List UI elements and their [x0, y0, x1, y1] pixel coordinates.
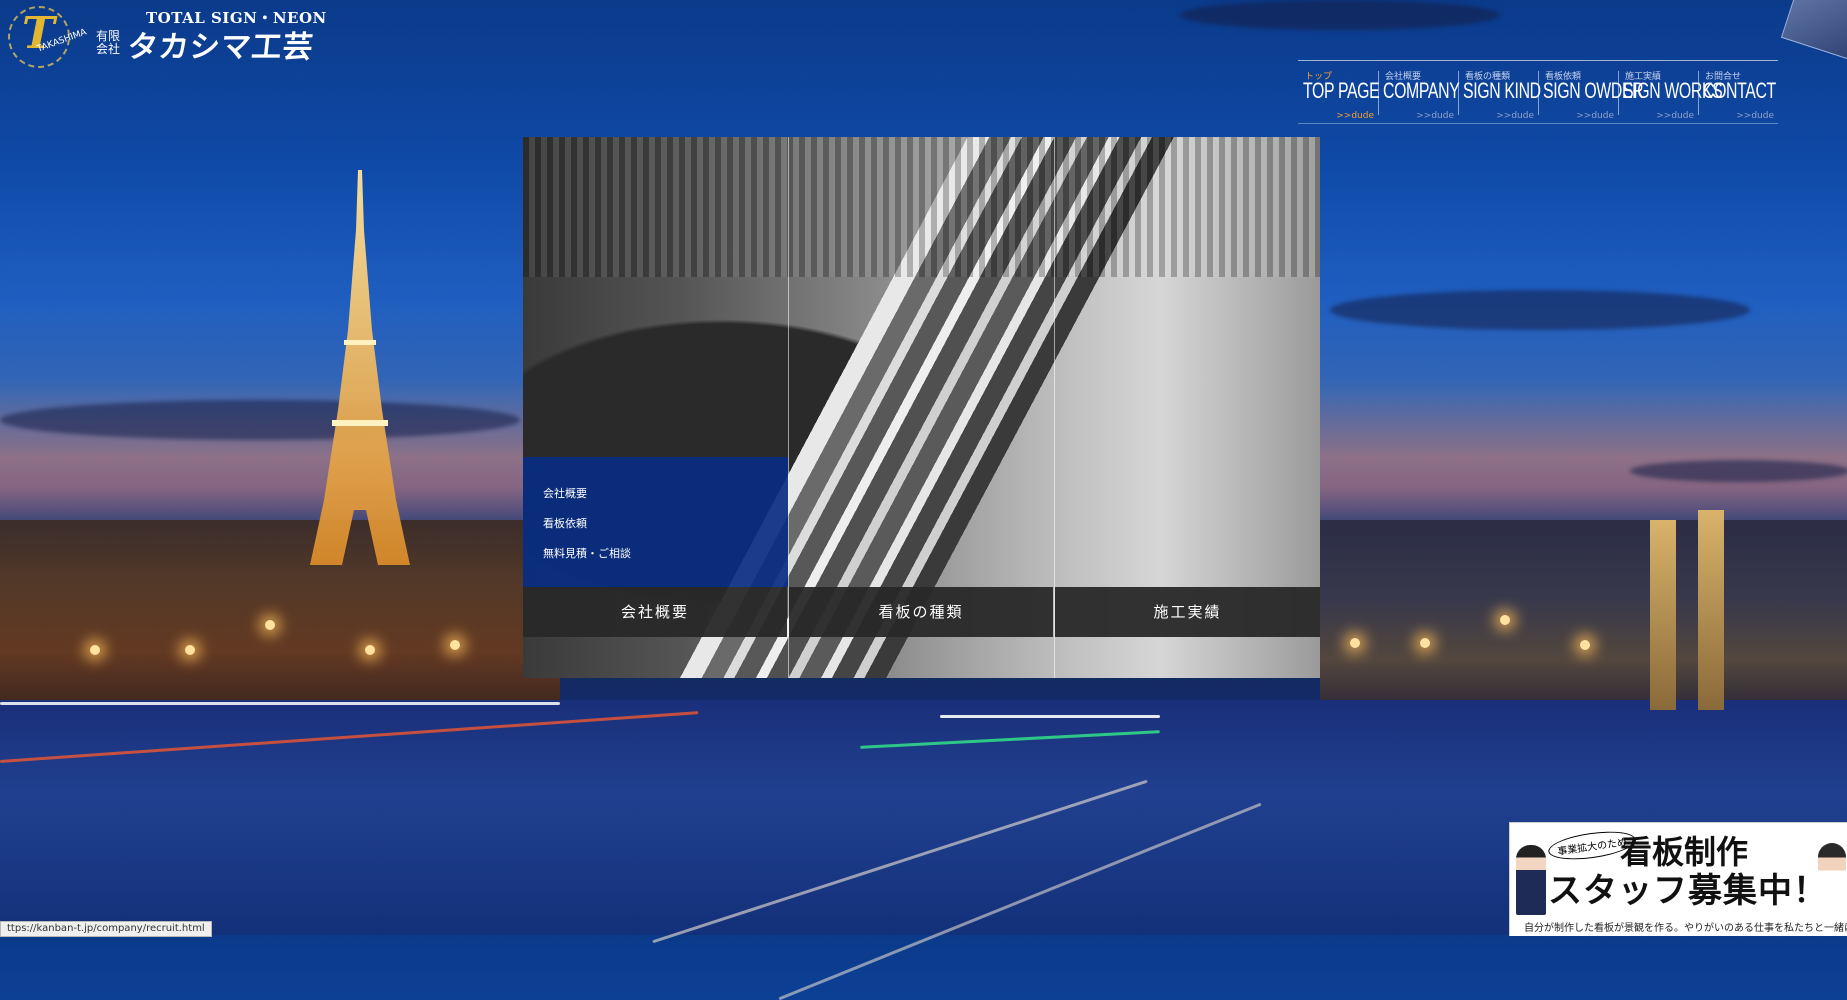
nav-more-link[interactable]: >>dude [1496, 111, 1534, 121]
eiffel-tower-image [310, 170, 410, 565]
sub-menu: 会社概要 看板依頼 無料見積・ご相談 [523, 457, 788, 587]
nav-more-link[interactable]: >>dude [1416, 111, 1454, 121]
nav-en-label: COMPANY [1383, 78, 1460, 103]
light-trail [0, 702, 560, 705]
recruit-subtitle: スタッフ募集中！ [1548, 871, 1828, 911]
nav-company[interactable]: 会社概要 COMPANY >>dude [1378, 61, 1460, 123]
recruit-banner[interactable]: 事業拡大のため 看板制作 スタッフ募集中！ 自分が制作した看板が景観を作る。やり… [1509, 822, 1847, 936]
submenu-free-estimate[interactable]: 無料見積・ご相談 [543, 545, 631, 561]
bridge-pillar [1650, 520, 1676, 710]
cloud [1180, 0, 1500, 30]
nav-more-link[interactable]: >>dude [1336, 111, 1374, 121]
staff-photo [1516, 845, 1546, 915]
cloud [1630, 460, 1847, 482]
nav-en-label: TOP PAGE [1303, 78, 1380, 103]
recruit-caption: 自分が制作した看板が景観を作る。やりがいのある仕事を私たちと一緒に！ [1524, 923, 1847, 934]
nav-sign-kind[interactable]: 看板の種類 SIGN KIND >>dude [1458, 61, 1541, 123]
nav-more-link[interactable]: >>dude [1736, 111, 1774, 121]
city-right [1320, 520, 1847, 720]
light-trail [940, 715, 1160, 718]
street-lamp [1350, 638, 1360, 648]
street-lamp [1420, 638, 1430, 648]
company-logo[interactable]: T TAKASHIMA [8, 6, 88, 68]
cloud [0, 400, 520, 440]
company-name[interactable]: タカシマ工芸 [126, 22, 317, 66]
nav-more-link[interactable]: >>dude [1656, 111, 1694, 121]
works-button[interactable]: 施工実績 [1055, 587, 1320, 637]
street-lamp [90, 645, 100, 655]
nav-sign-order[interactable]: 看板依頼 SIGN OWDER >>dude [1538, 61, 1644, 123]
nav-contact[interactable]: お問合せ CONTACT >>dude [1698, 61, 1778, 123]
street-lamp [450, 640, 460, 650]
street-lamp [185, 645, 195, 655]
main-nav: トップ TOP PAGE >>dude 会社概要 COMPANY >>dude … [1298, 60, 1778, 124]
submenu-company[interactable]: 会社概要 [543, 485, 587, 501]
sign-types-button[interactable]: 看板の種類 [789, 587, 1053, 637]
corner-badge[interactable] [1780, 0, 1847, 63]
company-overview-button[interactable]: 会社概要 [523, 587, 787, 637]
nav-en-label: SIGN KIND [1463, 78, 1541, 103]
bridge-pillar [1698, 510, 1724, 710]
street-lamp [1500, 615, 1510, 625]
main-slideshow-panel: 会社概要 看板依頼 無料見積・ご相談 会社概要 看板の種類 施工実績 [523, 137, 1320, 678]
nav-en-label: CONTACT [1703, 78, 1776, 103]
nav-sign-works[interactable]: 施工実績 SIGN WORKS >>dude [1618, 61, 1723, 123]
nav-more-link[interactable]: >>dude [1576, 111, 1614, 121]
cloud [1330, 290, 1750, 330]
nav-top-page[interactable]: トップ TOP PAGE >>dude [1298, 61, 1380, 123]
submenu-sign-order[interactable]: 看板依頼 [543, 515, 587, 531]
street-lamp [265, 620, 275, 630]
company-type: 有限会社 [96, 29, 121, 56]
street-lamp [365, 645, 375, 655]
street-lamp [1580, 640, 1590, 650]
